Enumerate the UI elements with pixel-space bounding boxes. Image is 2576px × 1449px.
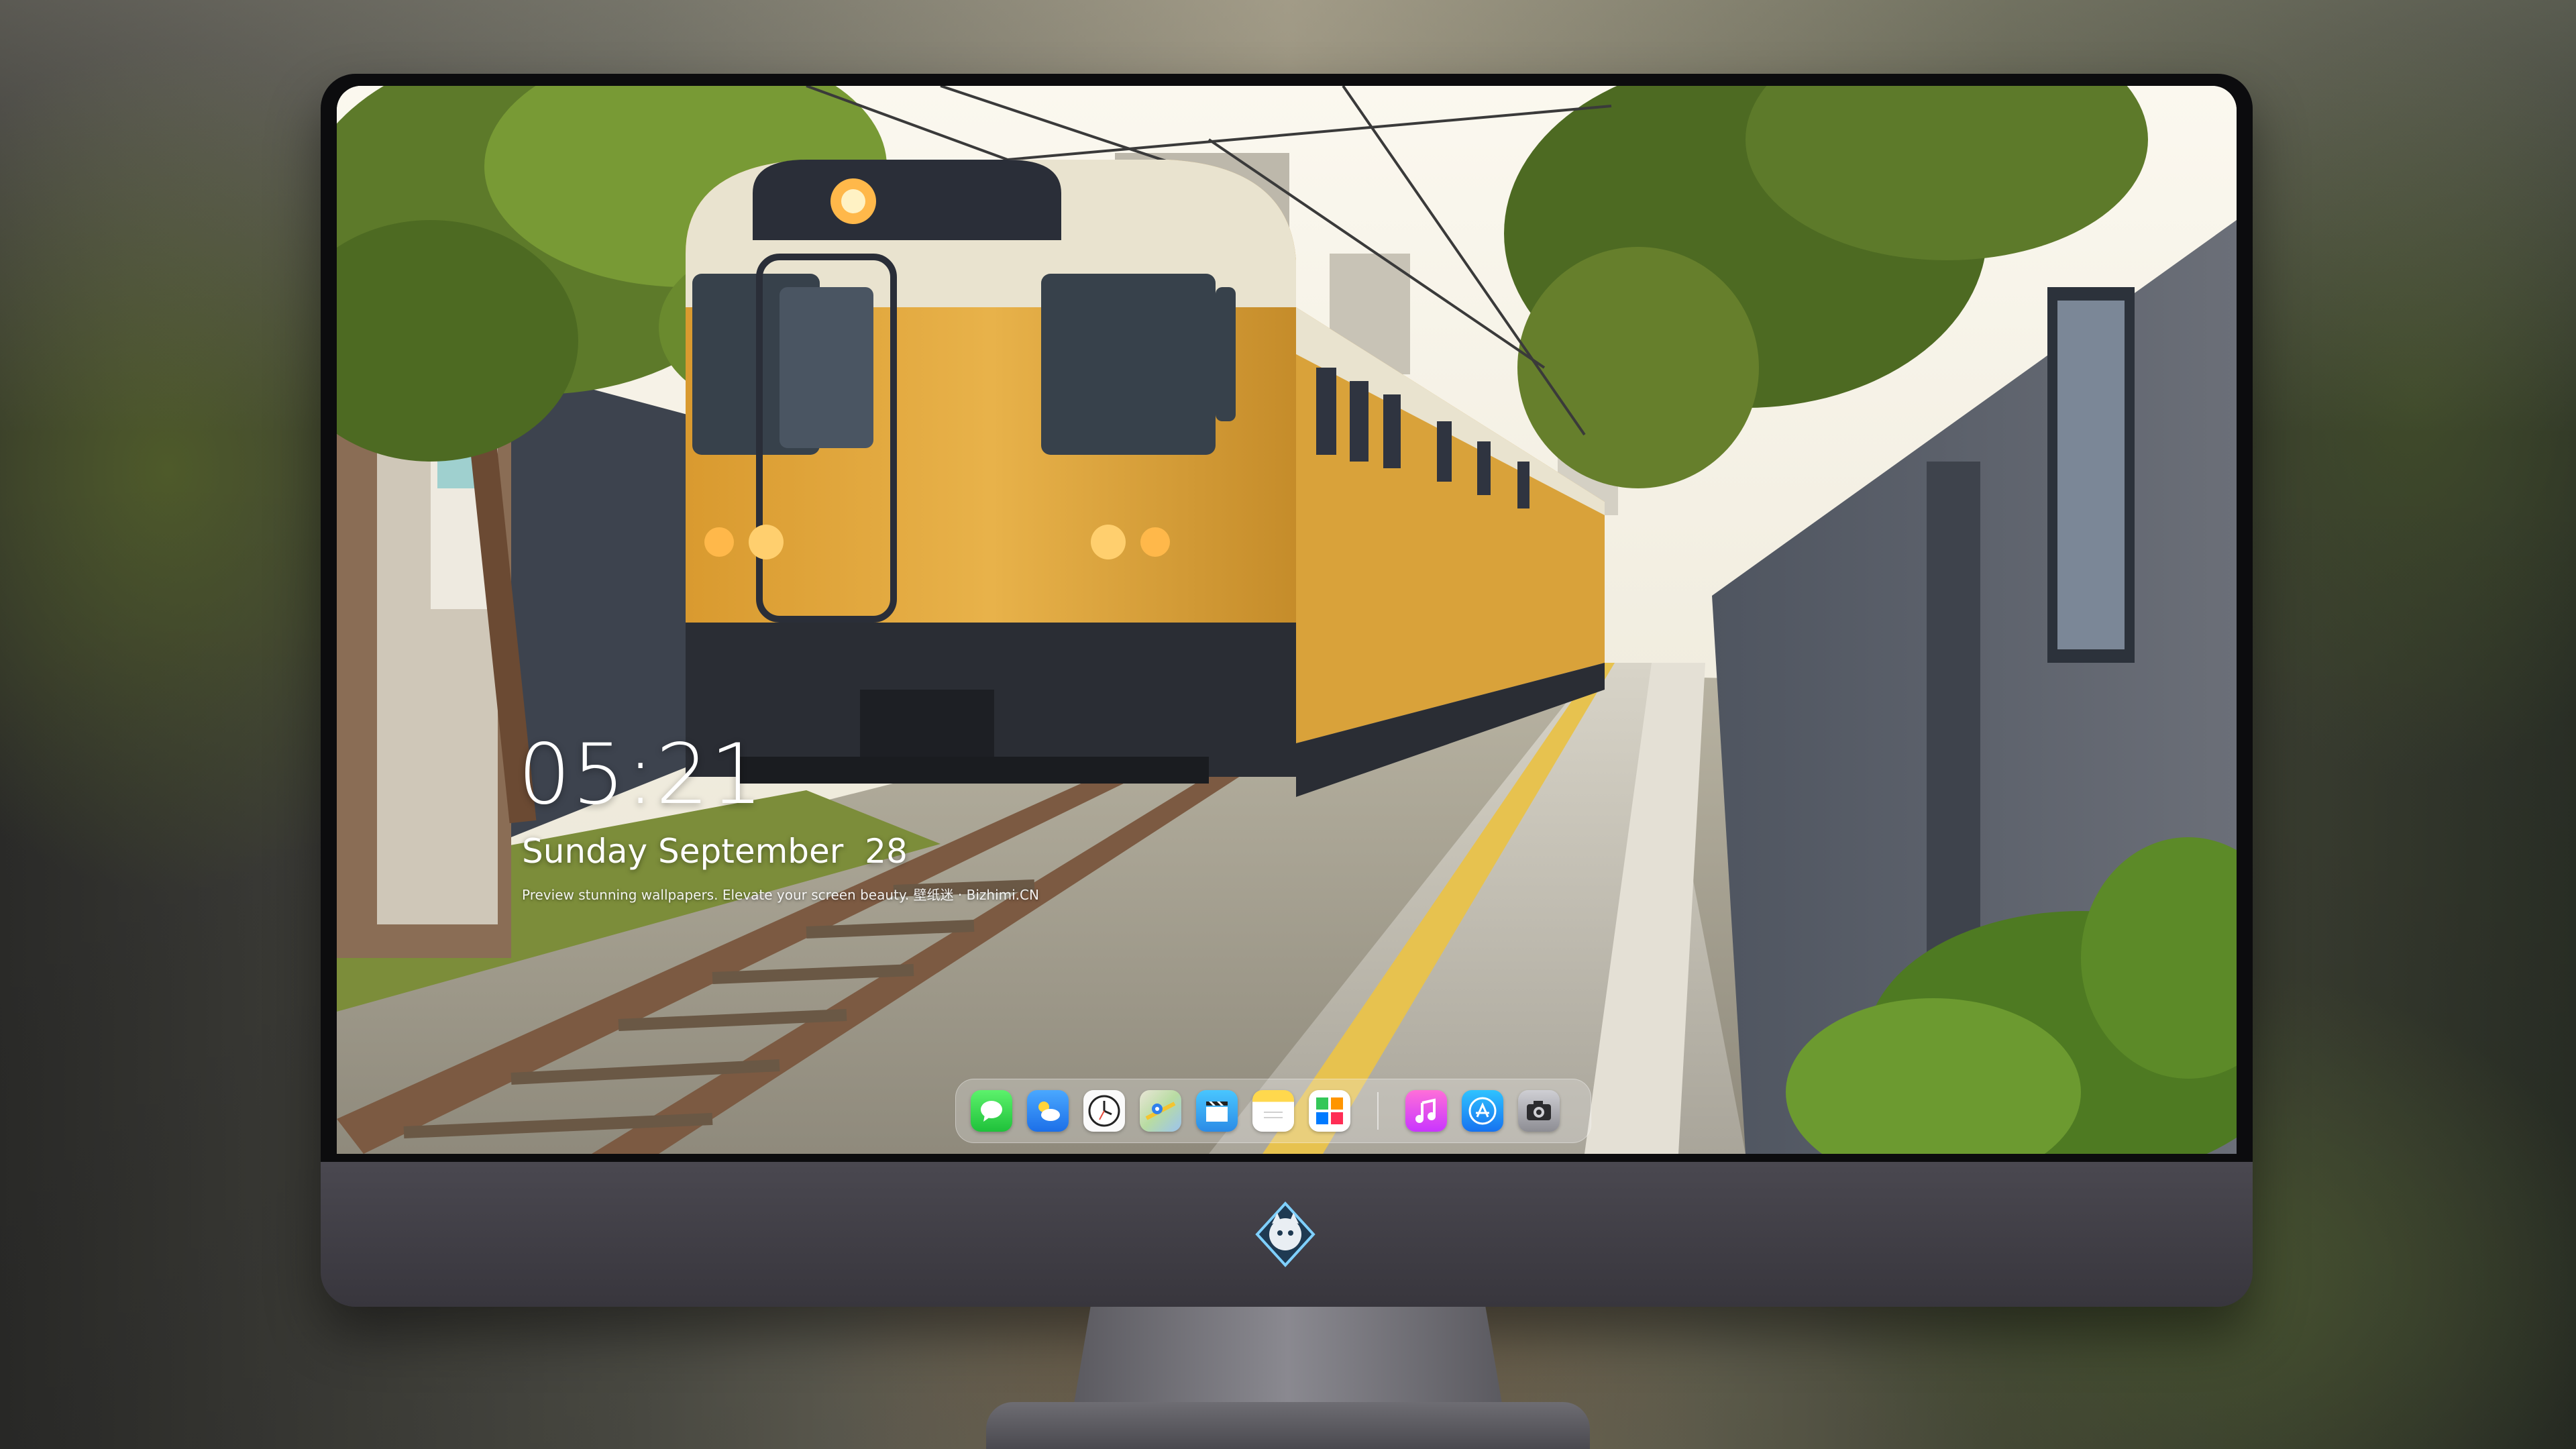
notes-app[interactable] <box>1252 1090 1294 1132</box>
photos-app[interactable] <box>1309 1090 1350 1132</box>
maps-app[interactable] <box>1140 1090 1181 1132</box>
monitor-stand-base <box>986 1402 1590 1449</box>
clock-app[interactable] <box>1083 1090 1125 1132</box>
camera-icon <box>1527 1101 1551 1120</box>
music-note-icon <box>1415 1098 1436 1123</box>
photo-grid-icon <box>1316 1097 1343 1124</box>
speech-bubble-icon <box>981 1101 1002 1122</box>
lockscreen-clock: 05:21 <box>518 727 765 823</box>
map-icon <box>1145 1102 1176 1120</box>
camera-app[interactable] <box>1518 1090 1560 1132</box>
dock-separator <box>1377 1092 1379 1130</box>
music-app[interactable] <box>1405 1090 1447 1132</box>
lockscreen-tagline: Preview stunning wallpapers. Elevate you… <box>522 887 1039 903</box>
dock <box>955 1079 1591 1143</box>
brand-logo-icon <box>1252 1201 1319 1268</box>
cloud-sun-icon <box>1038 1102 1060 1121</box>
weather-app[interactable] <box>1027 1090 1069 1132</box>
lockscreen-date: Sunday September 28 <box>522 832 908 871</box>
app-store-icon <box>1468 1097 1497 1125</box>
notepad-icon <box>1264 1112 1283 1118</box>
messages-app[interactable] <box>971 1090 1012 1132</box>
clock-icon <box>1088 1095 1120 1127</box>
clapperboard-icon <box>1206 1102 1228 1122</box>
wallpaper-train-scene <box>337 86 2237 1154</box>
app-store-app[interactable] <box>1462 1090 1503 1132</box>
clips-app[interactable] <box>1196 1090 1238 1132</box>
screen[interactable]: 05:21 Sunday September 28 Preview stunni… <box>337 86 2237 1154</box>
monitor-stand-neck <box>1073 1307 1503 1407</box>
